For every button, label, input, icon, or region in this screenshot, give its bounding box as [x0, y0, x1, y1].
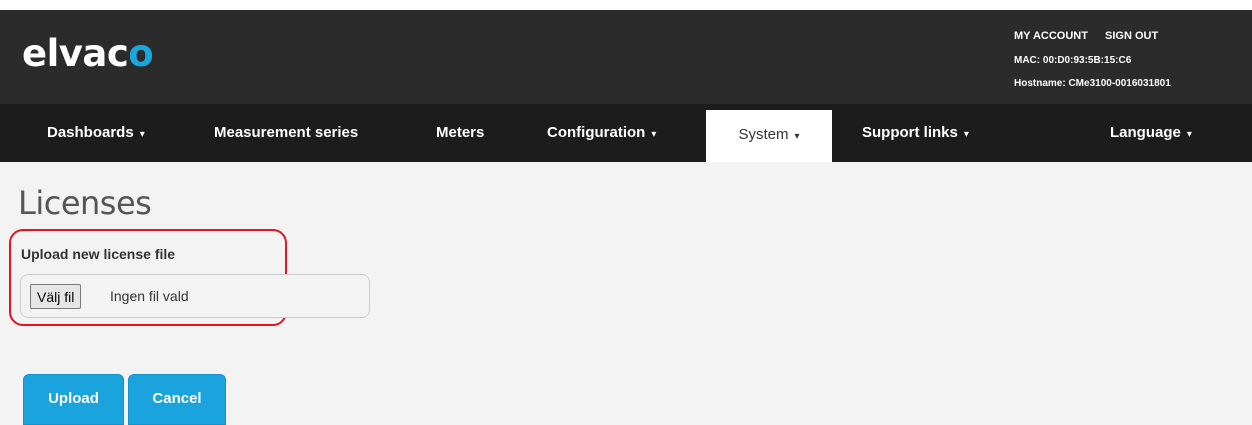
nav-meters[interactable]: Meters — [436, 104, 484, 162]
caret-down-icon: ▾ — [651, 129, 657, 140]
nav-measurement-series[interactable]: Measurement series — [214, 104, 358, 162]
app-header: elvaco MY ACCOUNT SIGN OUT MAC: 00:D0:93… — [0, 10, 1252, 104]
nav-system[interactable]: System ▾ — [706, 110, 832, 162]
upload-license-label: Upload new license file — [21, 246, 176, 262]
logo-text: elvac — [22, 32, 129, 75]
nav-configuration[interactable]: Configuration ▾ — [547, 104, 656, 162]
nav-dashboards[interactable]: Dashboards ▾ — [47, 104, 145, 162]
sign-out-link[interactable]: SIGN OUT — [1105, 30, 1158, 42]
caret-down-icon: ▾ — [794, 131, 800, 142]
file-status-text: Ingen fil vald — [110, 288, 189, 304]
nav-support-links-label: Support links — [862, 124, 958, 141]
top-strip — [0, 0, 1252, 10]
choose-file-button[interactable]: Välj fil — [30, 284, 82, 309]
nav-language-label: Language — [1110, 124, 1181, 141]
logo-accent: o — [128, 32, 154, 75]
main-navbar: Dashboards ▾ Measurement series Meters Co… — [0, 104, 1252, 162]
nav-measurement-series-label: Measurement series — [214, 124, 359, 141]
nav-meters-label: Meters — [436, 124, 485, 141]
my-account-link[interactable]: MY ACCOUNT — [1014, 30, 1088, 42]
account-links: MY ACCOUNT SIGN OUT — [1014, 30, 1158, 42]
license-file-input[interactable]: Välj fil Ingen fil vald — [20, 274, 370, 318]
caret-down-icon: ▾ — [963, 129, 969, 140]
nav-language[interactable]: Language ▾ — [1110, 104, 1192, 162]
nav-dashboards-label: Dashboards — [47, 124, 134, 141]
main-content: Licenses Upload new license file Välj fi… — [0, 162, 1252, 425]
caret-down-icon: ▾ — [1186, 129, 1192, 140]
hostname: Hostname: CMe3100-0016031801 — [1014, 78, 1171, 89]
elvaco-logo[interactable]: elvaco — [22, 32, 154, 75]
nav-configuration-label: Configuration — [547, 124, 646, 141]
upload-button[interactable]: Upload — [23, 374, 124, 425]
caret-down-icon: ▾ — [139, 129, 145, 140]
page-title: Licenses — [18, 184, 152, 222]
nav-system-label: System — [738, 126, 789, 143]
nav-support-links[interactable]: Support links ▾ — [862, 104, 969, 162]
mac-address: MAC: 00:D0:93:5B:15:C6 — [1014, 55, 1132, 66]
cancel-button[interactable]: Cancel — [128, 374, 226, 425]
